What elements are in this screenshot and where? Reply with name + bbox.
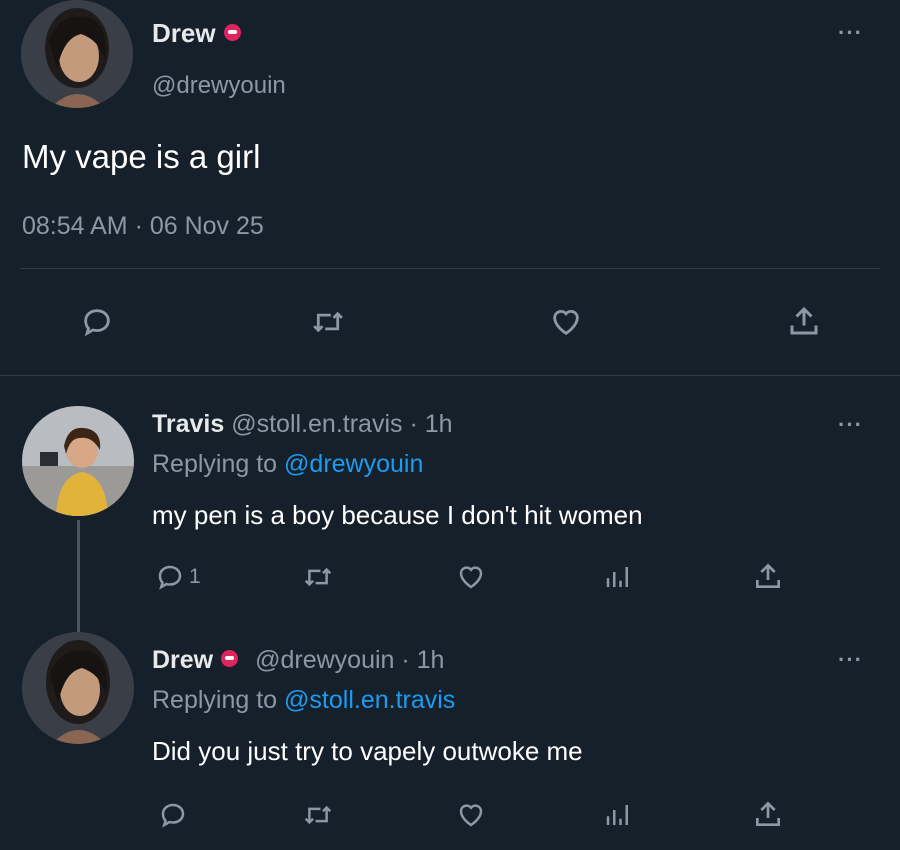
author-name[interactable]: Drew <box>152 18 241 49</box>
retweet-icon[interactable] <box>310 305 346 339</box>
badge-icon <box>223 23 241 41</box>
author-handle[interactable]: @drewyouin <box>152 72 286 100</box>
replying-prefix: Replying to <box>152 686 278 714</box>
like-icon[interactable] <box>455 562 487 592</box>
replying-line: Replying to @stoll.en.travis <box>152 686 455 715</box>
reply-header: Travis @stoll.en.travis · 1h <box>152 410 453 439</box>
avatar-travis[interactable] <box>22 406 134 516</box>
reply-icon[interactable] <box>80 305 114 339</box>
badge-icon <box>221 649 239 667</box>
retweet-icon[interactable] <box>302 562 334 592</box>
share-icon[interactable] <box>752 560 784 592</box>
reply-icon[interactable]: 1 <box>155 562 201 592</box>
avatar-drew[interactable] <box>22 632 134 744</box>
like-icon[interactable] <box>455 800 487 830</box>
reply-icon[interactable] <box>158 800 188 830</box>
divider <box>0 375 900 376</box>
replying-line: Replying to @drewyouin <box>152 450 423 479</box>
retweet-icon[interactable] <box>302 800 334 830</box>
reply-count: 1 <box>189 565 201 588</box>
share-icon[interactable] <box>752 798 784 830</box>
reply-text: Did you just try to vapely outwoke me <box>152 736 583 766</box>
reply-header: Drew @drewyouin · 1h <box>152 646 444 675</box>
avatar-drew[interactable] <box>21 0 133 108</box>
like-icon[interactable] <box>548 305 584 339</box>
author-name[interactable]: Drew <box>152 646 213 674</box>
tweet-timestamp[interactable]: 08:54 AM · 06 Nov 25 <box>22 212 264 241</box>
handle-time[interactable]: @drewyouin · 1h <box>255 646 444 674</box>
divider <box>20 268 880 269</box>
author-name-text[interactable]: Drew <box>152 18 216 48</box>
author-name[interactable]: Travis <box>152 410 224 438</box>
handle-time[interactable]: @stoll.en.travis · 1h <box>231 410 452 438</box>
thread-connector <box>77 520 80 632</box>
more-options-icon[interactable]: ··· <box>838 649 863 671</box>
reply-text: my pen is a boy because I don't hit wome… <box>152 500 643 530</box>
share-icon[interactable] <box>786 303 822 339</box>
tweet-text: My vape is a girl <box>22 138 261 175</box>
analytics-icon[interactable] <box>603 562 633 592</box>
more-options-icon[interactable]: ··· <box>838 22 863 44</box>
replying-prefix: Replying to <box>152 450 278 478</box>
replying-to-link[interactable]: @drewyouin <box>284 450 423 478</box>
more-options-icon[interactable]: ··· <box>838 414 863 436</box>
analytics-icon[interactable] <box>603 800 633 830</box>
replying-to-link[interactable]: @stoll.en.travis <box>284 686 455 714</box>
